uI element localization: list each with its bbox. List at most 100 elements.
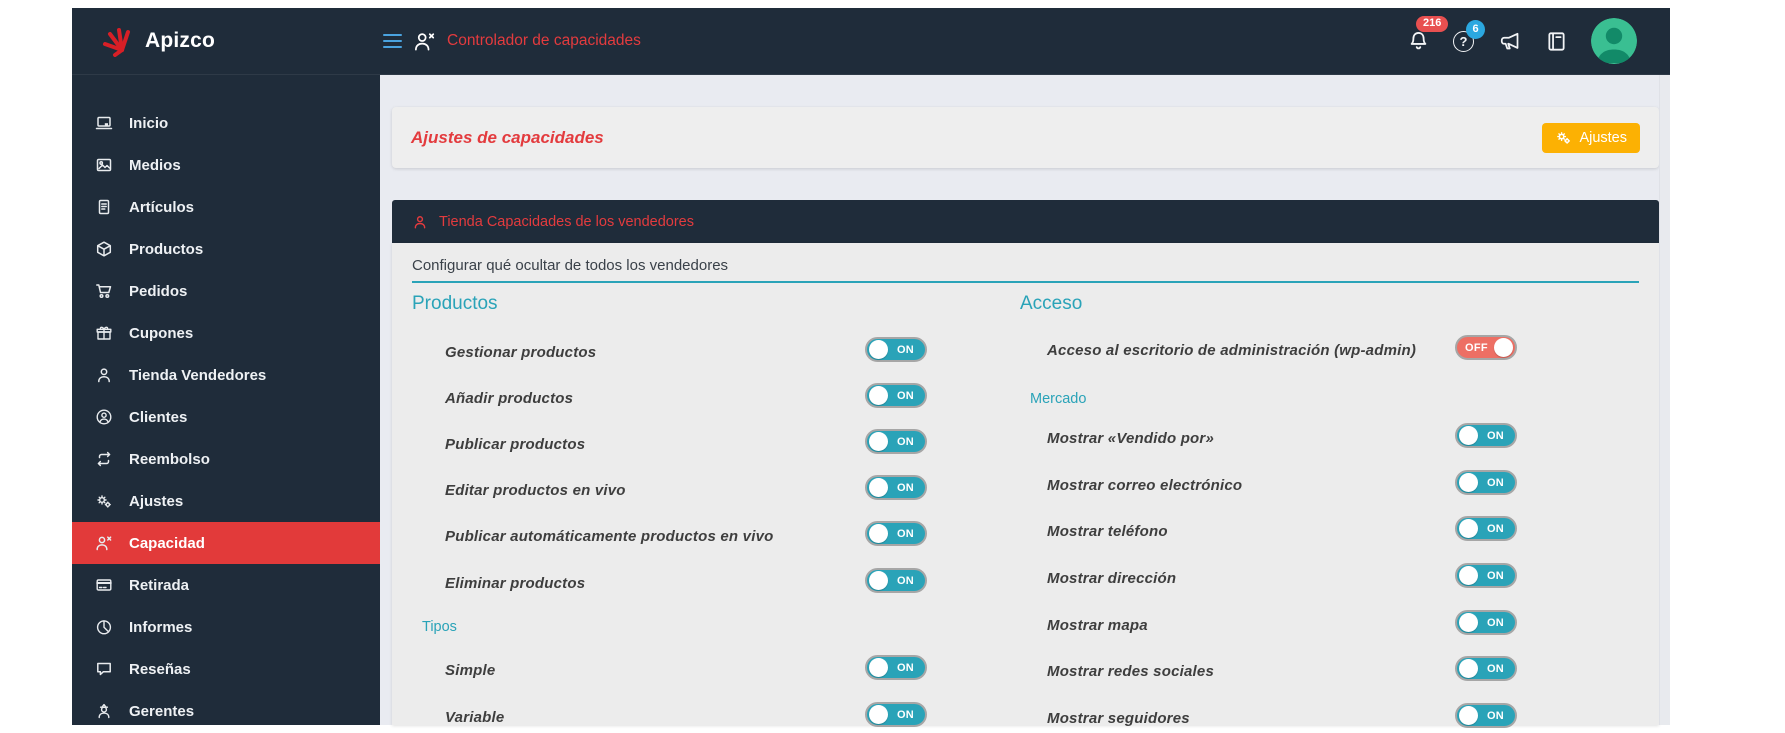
section-title: Tienda Capacidades de los vendedores xyxy=(439,213,694,230)
toggle-knob xyxy=(1459,426,1478,445)
sidebar-item-retirada[interactable]: Retirada xyxy=(72,564,380,606)
sidebar-item-articulos[interactable]: Artículos xyxy=(72,186,380,228)
toggle-direccion[interactable]: ON xyxy=(1455,563,1517,588)
question-circle-icon[interactable]: ? 6 xyxy=(1453,19,1485,52)
toggle-knob xyxy=(1459,519,1478,538)
toggle-knob xyxy=(1459,659,1478,678)
column-subheading: Mercado xyxy=(1030,391,1087,407)
person-icon xyxy=(412,214,428,230)
book-icon[interactable] xyxy=(1545,30,1568,53)
sidebar-item-reembolso[interactable]: Reembolso xyxy=(72,438,380,480)
sidebar-item-pedidos[interactable]: Pedidos xyxy=(72,270,380,312)
help-count-badge: 6 xyxy=(1466,19,1485,39)
column-productos: Productos Gestionar productos ON Añadir … xyxy=(412,243,1012,727)
toggle-knob xyxy=(869,705,888,724)
column-heading: Productos xyxy=(412,293,498,314)
column-acceso: Acceso Acceso al escritorio de administr… xyxy=(1020,243,1640,728)
bell-icon[interactable]: 216 xyxy=(1407,15,1449,53)
toggle-telefono[interactable]: ON xyxy=(1455,516,1517,541)
sidebar-item-resenas[interactable]: Reseñas xyxy=(72,648,380,690)
person-x-icon xyxy=(413,30,436,52)
capability-row: Añadir productos ON xyxy=(412,383,1012,413)
megaphone-icon[interactable] xyxy=(1497,29,1522,53)
sidebar-item-informes[interactable]: Informes xyxy=(72,606,380,648)
cart-icon xyxy=(95,282,113,300)
toggle-gestionar-productos[interactable]: ON xyxy=(865,337,927,362)
toggle-vendido-por[interactable]: ON xyxy=(1455,423,1517,448)
capability-row: Mostrar mapa ON xyxy=(1020,610,1640,640)
sidebar-item-cupones[interactable]: Cupones xyxy=(72,312,380,354)
sidebar-item-tienda-vendedores[interactable]: Tienda Vendedores xyxy=(72,354,380,396)
capability-row: Mostrar «Vendido por» ON xyxy=(1020,423,1640,453)
sidebar-item-inicio[interactable]: Inicio xyxy=(72,102,380,144)
toggle-mapa[interactable]: ON xyxy=(1455,610,1517,635)
manager-icon xyxy=(95,702,113,720)
toggle-seguidores[interactable]: ON xyxy=(1455,703,1517,728)
person-circle-icon xyxy=(95,408,113,426)
capability-row: Editar productos en vivo ON xyxy=(412,475,1012,505)
toggle-knob xyxy=(1459,613,1478,632)
main-content: Ajustes de capacidades Ajustes Tienda Ca… xyxy=(380,75,1670,728)
image-icon xyxy=(95,156,113,174)
capability-row: Mostrar seguidores ON xyxy=(1020,703,1640,733)
section-header: Tienda Capacidades de los vendedores xyxy=(392,200,1659,243)
pie-chart-icon xyxy=(95,618,113,636)
page-header-card: Ajustes de capacidades Ajustes xyxy=(392,107,1659,168)
toggle-simple[interactable]: ON xyxy=(865,655,927,680)
scrollbar-track[interactable] xyxy=(1659,75,1670,725)
toggle-knob xyxy=(869,386,888,405)
person-icon xyxy=(95,366,113,384)
toggle-editar-productos-en-vivo[interactable]: ON xyxy=(865,475,927,500)
toggle-publicar-automaticamente[interactable]: ON xyxy=(865,521,927,546)
toggle-knob xyxy=(1459,473,1478,492)
chat-bubble-icon xyxy=(95,660,113,678)
settings-button-label: Ajustes xyxy=(1579,129,1627,146)
page-head: Controlador de capacidades xyxy=(380,30,641,52)
toggle-correo-electronico[interactable]: ON xyxy=(1455,470,1517,495)
user-avatar[interactable] xyxy=(1591,18,1637,64)
capability-row: Mostrar correo electrónico ON xyxy=(1020,470,1640,500)
capability-row: Simple ON xyxy=(412,655,1012,685)
sidebar-item-capacidad[interactable]: Capacidad xyxy=(72,522,380,564)
capability-row: Mostrar redes sociales ON xyxy=(1020,656,1640,686)
capability-row: Publicar productos ON xyxy=(412,429,1012,459)
page-header-title: Ajustes de capacidades xyxy=(411,127,604,147)
spark-logo-icon xyxy=(102,25,132,57)
toggle-knob xyxy=(869,478,888,497)
sidebar: Inicio Medios Artículos Productos Pedido… xyxy=(72,75,380,725)
sidebar-item-clientes[interactable]: Clientes xyxy=(72,396,380,438)
toggle-variable[interactable]: ON xyxy=(865,702,927,727)
capability-row: Mostrar teléfono ON xyxy=(1020,516,1640,546)
hamburger-icon[interactable] xyxy=(383,33,402,49)
capabilities-panel: Configurar qué ocultar de todos los vend… xyxy=(392,243,1659,728)
toggle-knob xyxy=(869,571,888,590)
capability-row: Acceso al escritorio de administración (… xyxy=(1020,335,1640,365)
app-window: Apizco Controlador de capacidades 216 ? … xyxy=(72,8,1670,728)
capability-row: Variable ON xyxy=(412,702,1012,732)
sidebar-item-productos[interactable]: Productos xyxy=(72,228,380,270)
settings-button[interactable]: Ajustes xyxy=(1542,122,1640,153)
capability-row: Mostrar dirección ON xyxy=(1020,563,1640,593)
sidebar-item-gerentes[interactable]: Gerentes xyxy=(72,690,380,732)
toggle-anadir-productos[interactable]: ON xyxy=(865,383,927,408)
toggle-knob xyxy=(1459,706,1478,725)
gears-icon xyxy=(95,492,113,510)
toggle-wp-admin[interactable]: OFF xyxy=(1455,335,1517,360)
toggle-eliminar-productos[interactable]: ON xyxy=(865,568,927,593)
toggle-publicar-productos[interactable]: ON xyxy=(865,429,927,454)
repeat-icon xyxy=(95,450,113,468)
toggle-knob xyxy=(1459,566,1478,585)
toggle-knob xyxy=(869,432,888,451)
capability-row: Gestionar productos ON xyxy=(412,337,1012,367)
credit-card-icon xyxy=(95,576,113,594)
toggle-redes-sociales[interactable]: ON xyxy=(1455,656,1517,681)
sidebar-item-medios[interactable]: Medios xyxy=(72,144,380,186)
sidebar-item-ajustes[interactable]: Ajustes xyxy=(72,480,380,522)
page-title: Controlador de capacidades xyxy=(447,32,641,49)
topbar: Apizco Controlador de capacidades 216 ? … xyxy=(72,8,1670,75)
laptop-icon xyxy=(95,114,113,132)
person-x-icon xyxy=(95,534,113,552)
gears-icon xyxy=(1555,129,1572,146)
cube-icon xyxy=(95,240,113,258)
brand-name: Apizco xyxy=(145,29,216,52)
